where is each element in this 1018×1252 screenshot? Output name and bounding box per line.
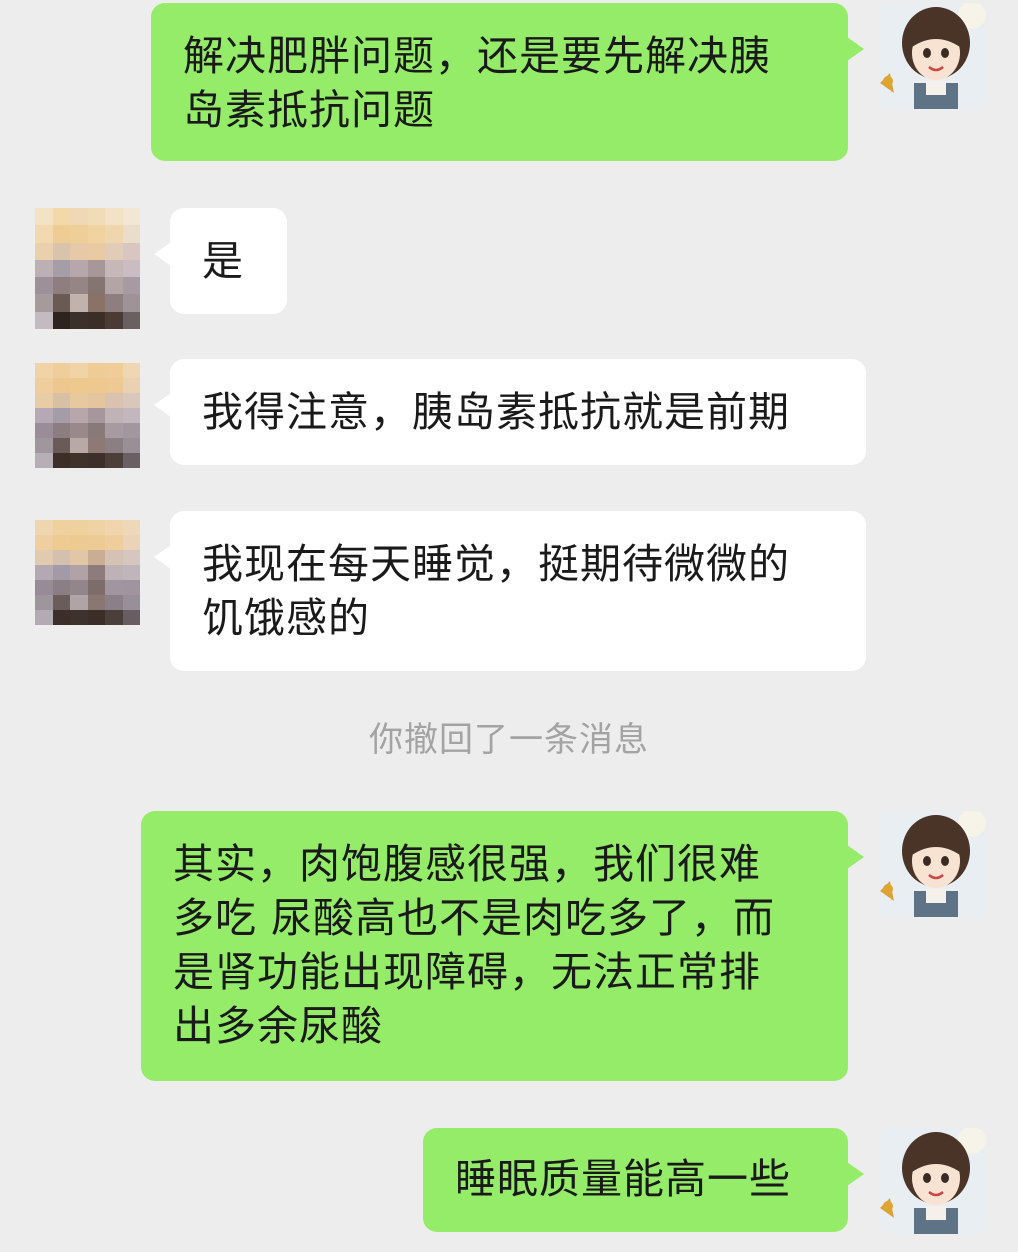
message-text-line: 解决肥胖问题，还是要先解决胰 xyxy=(183,32,771,80)
incoming-message-bubble[interactable]: 我得注意，胰岛素抵抗就是前期 xyxy=(154,359,866,465)
contact-avatar-icon[interactable] xyxy=(35,208,140,329)
message-text-line: 睡眠质量能高一些 xyxy=(455,1155,791,1203)
system-notice: 你撤回了一条消息 xyxy=(369,720,649,760)
self-avatar-icon[interactable] xyxy=(880,3,986,109)
message-text-line: 是 xyxy=(202,237,244,285)
self-avatar-icon[interactable] xyxy=(880,1128,986,1234)
message-text-line: 出多余尿酸 xyxy=(173,1002,383,1050)
chat-view: 解决肥胖问题，还是要先解决胰 岛素抵抗问题 是 我得注意，胰岛素抵抗就是前期 我… xyxy=(0,0,1018,1252)
outgoing-message-bubble[interactable]: 解决肥胖问题，还是要先解决胰 岛素抵抗问题 xyxy=(151,3,864,161)
message-text-line: 多吃 尿酸高也不是肉吃多了，而 xyxy=(173,894,776,942)
message-text-line: 其实，肉饱腹感很强，我们很难 xyxy=(173,840,761,888)
message-text-line: 我现在每天睡觉，挺期待微微的 xyxy=(202,540,790,588)
contact-avatar-icon[interactable] xyxy=(35,520,140,625)
message-text-line: 我得注意，胰岛素抵抗就是前期 xyxy=(202,388,790,436)
outgoing-message-bubble[interactable]: 其实，肉饱腹感很强，我们很难 多吃 尿酸高也不是肉吃多了，而 是肾功能出现障碍，… xyxy=(141,811,864,1081)
message-text-line: 是肾功能出现障碍，无法正常排 xyxy=(173,948,761,996)
outgoing-message-bubble[interactable]: 睡眠质量能高一些 xyxy=(423,1128,864,1232)
incoming-message-bubble[interactable]: 是 xyxy=(154,208,287,314)
message-text-line: 岛素抵抗问题 xyxy=(183,86,435,134)
self-avatar-icon[interactable] xyxy=(880,811,986,917)
incoming-message-bubble[interactable]: 我现在每天睡觉，挺期待微微的 饥饿感的 xyxy=(154,511,866,671)
message-text-line: 饥饿感的 xyxy=(202,594,370,642)
contact-avatar-icon[interactable] xyxy=(35,363,140,468)
